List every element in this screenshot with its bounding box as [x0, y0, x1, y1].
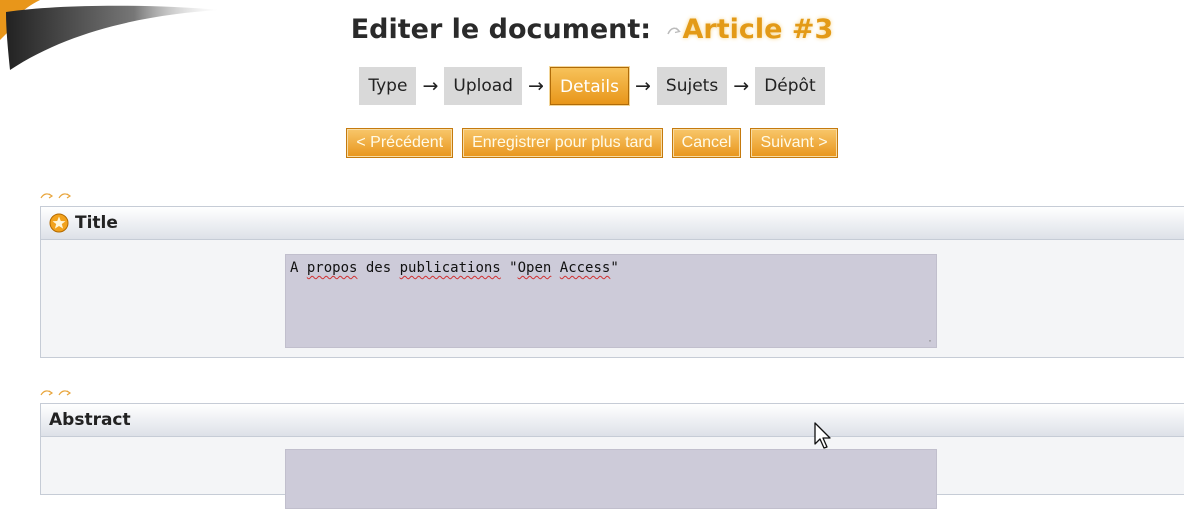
- cancel-button[interactable]: Cancel: [671, 128, 742, 158]
- step-sujets[interactable]: Sujets: [656, 67, 728, 105]
- reorder-arrows-icon[interactable]: [40, 389, 76, 397]
- page-title-prefix: Editer le document:: [350, 14, 652, 45]
- action-bar: < Précédent Enregistrer pour plus tard C…: [0, 128, 1184, 158]
- step-type[interactable]: Type: [359, 67, 417, 105]
- title-field-label: Title: [75, 213, 118, 233]
- misspelled-word: Open: [517, 260, 552, 276]
- document-name: Article #3: [682, 14, 834, 45]
- step-depot[interactable]: Dépôt: [755, 67, 825, 105]
- right-arrow-icon: →: [422, 75, 439, 97]
- title-field-header: Title: [41, 207, 1184, 240]
- title-textarea[interactable]: A propos des publications "Open Access" ⠠: [285, 254, 937, 348]
- next-button[interactable]: Suivant >: [750, 128, 838, 158]
- required-star-icon: [49, 213, 69, 233]
- title-text: ": [610, 260, 619, 276]
- title-text: [551, 260, 559, 276]
- misspelled-word: propos: [306, 260, 358, 276]
- curved-arrow-icon: [666, 27, 681, 34]
- reorder-arrows-icon[interactable]: [40, 192, 76, 200]
- step-upload[interactable]: Upload: [444, 67, 522, 105]
- abstract-field-label: Abstract: [49, 410, 131, 430]
- title-text: A: [290, 260, 307, 276]
- resize-grip-icon[interactable]: ⠠: [925, 335, 932, 345]
- wizard-steps: Type → Upload → Details → Sujets → Dépôt: [0, 67, 1184, 105]
- save-for-later-button[interactable]: Enregistrer pour plus tard: [462, 128, 663, 158]
- previous-button[interactable]: < Précédent: [346, 128, 454, 158]
- title-field-panel: Title A propos des publications "Open Ac…: [40, 206, 1184, 358]
- misspelled-word: Access: [559, 260, 611, 276]
- misspelled-word: publications: [399, 260, 501, 276]
- abstract-field-header: Abstract: [41, 404, 1184, 437]
- title-text: des: [357, 260, 400, 276]
- right-arrow-icon: →: [733, 75, 750, 97]
- right-arrow-icon: →: [528, 75, 544, 97]
- right-arrow-icon: →: [634, 75, 651, 97]
- abstract-field-panel: Abstract: [40, 403, 1184, 509]
- step-details[interactable]: Details: [549, 67, 629, 105]
- abstract-textarea[interactable]: [285, 449, 937, 509]
- mouse-pointer-icon: [814, 422, 831, 449]
- title-text: ": [500, 260, 518, 276]
- page-title: Editer le document: Article #3: [0, 14, 1184, 45]
